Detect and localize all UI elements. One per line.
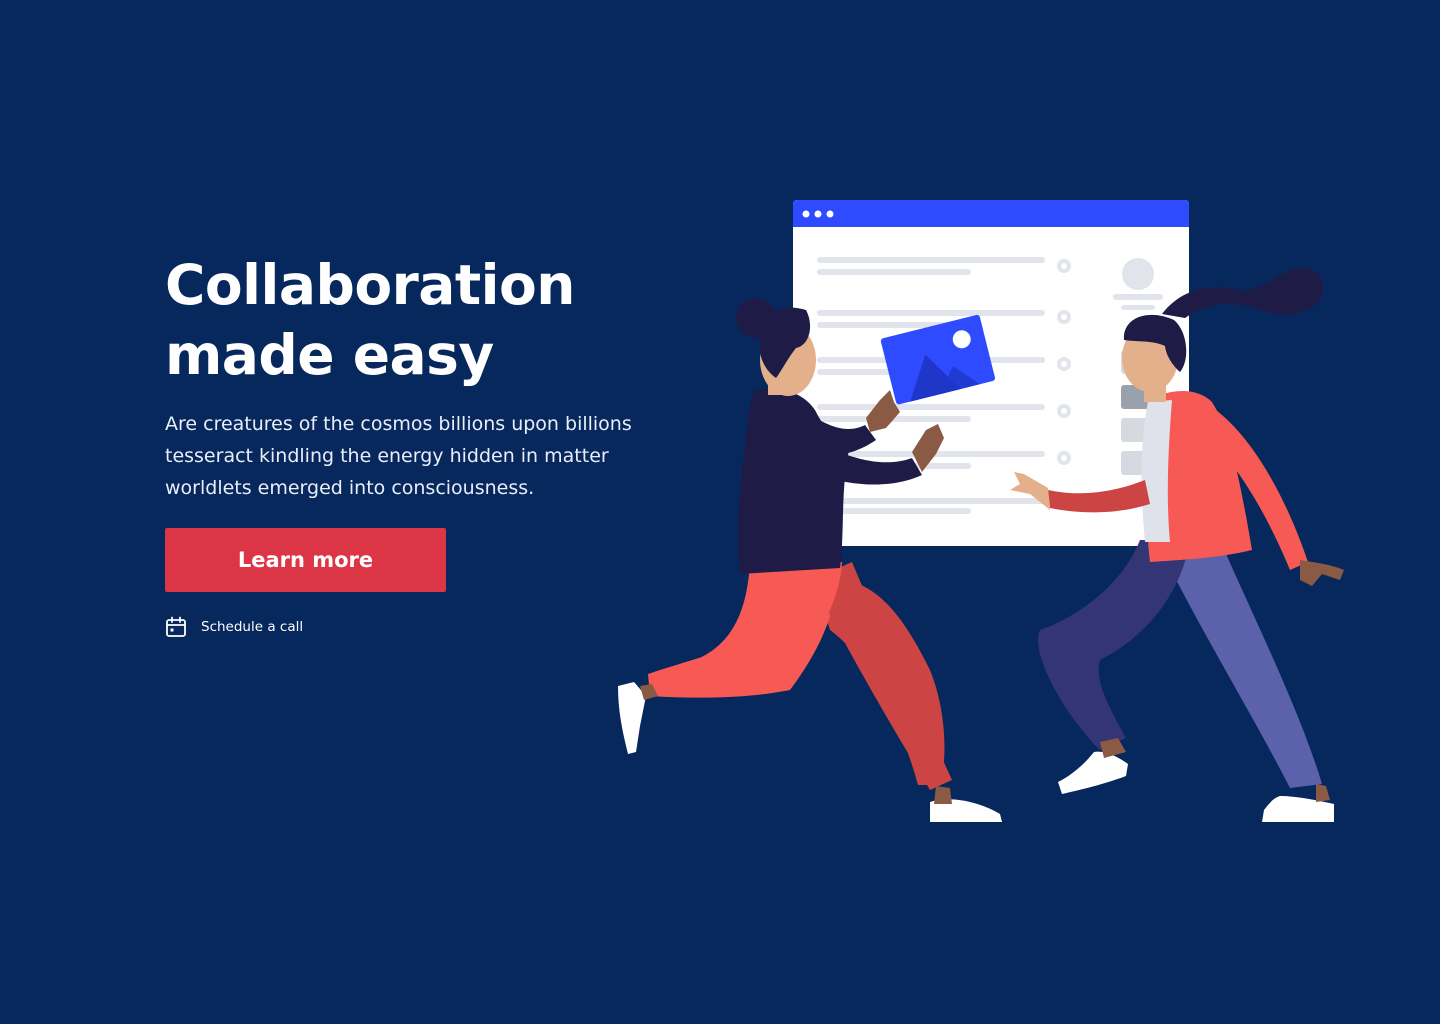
headline-line-2: made easy bbox=[165, 323, 494, 387]
collaboration-illustration bbox=[618, 200, 1344, 822]
calendar-icon bbox=[165, 616, 187, 638]
hero-headline: Collaboration made easy bbox=[165, 250, 645, 390]
schedule-call-link[interactable]: Schedule a call bbox=[165, 616, 303, 638]
learn-more-button[interactable]: Learn more bbox=[165, 528, 446, 592]
headline-line-1: Collaboration bbox=[165, 253, 575, 317]
hero-description: Are creatures of the cosmos billions upo… bbox=[165, 413, 632, 499]
hero-text-block: Collaboration made easy Are creatures of… bbox=[165, 250, 645, 504]
schedule-call-label: Schedule a call bbox=[201, 619, 304, 635]
